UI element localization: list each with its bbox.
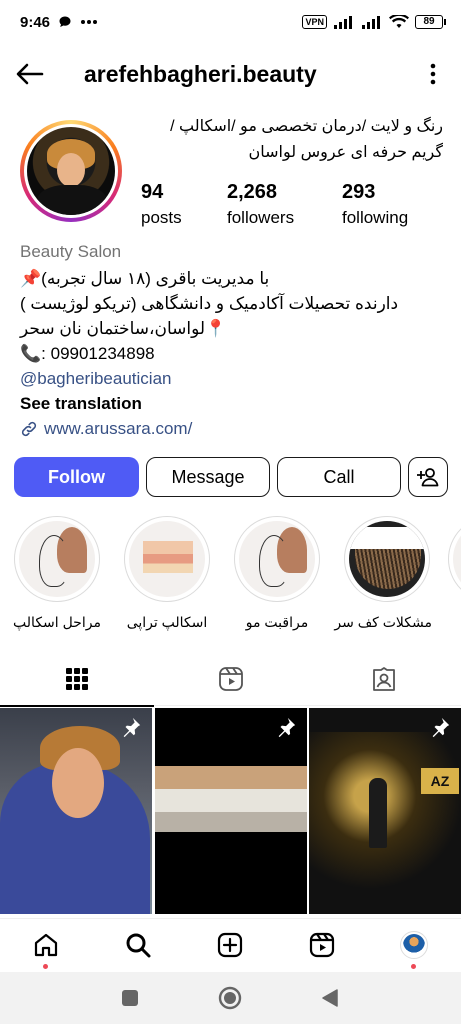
story-highlights: مراحل اسکالپ اسکالپ تراپی مراقبت مو مشکل…: [0, 516, 461, 636]
profile-category: Beauty Salon: [20, 242, 122, 261]
highlight-cover: [239, 521, 315, 597]
bio-mention-link[interactable]: @bagheribeautician: [20, 366, 440, 391]
stat-label: following: [342, 208, 409, 227]
bio-phone: 📞: 09901234898: [20, 344, 155, 363]
home-system-button[interactable]: [218, 986, 242, 1010]
highlight-item[interactable]: اسکالپ تراپی: [122, 516, 212, 631]
highlight-label: مراحل اسکالپ: [13, 614, 101, 630]
more-dots-icon: [81, 20, 98, 24]
chat-bubble-icon: [59, 16, 71, 27]
bio-head-line: رنگ و لایت /درمان تخصصی مو /اسکالپ /: [170, 118, 443, 135]
stat-followers[interactable]: 2,268 followers: [227, 180, 294, 230]
stat-value: 293: [342, 181, 376, 203]
status-bar: 9:46 VPN 89: [0, 0, 461, 44]
website-link[interactable]: www.arussara.com/: [20, 416, 440, 441]
notification-dot: [43, 964, 48, 969]
profile-username: arefehbagheri.beauty: [84, 60, 317, 87]
bio-line: دارنده تحصیلات آکادمیک و دانشگاهی (تریکو…: [20, 294, 399, 313]
follow-button[interactable]: Follow: [14, 457, 139, 497]
add-user-icon: [417, 468, 439, 487]
highlight-cover: [453, 521, 461, 597]
triangle-back-icon: [322, 989, 338, 1007]
status-time: 9:46: [20, 13, 51, 31]
profile-stats: 94 posts 2,268 followers 293 following: [141, 180, 441, 230]
highlight-cover: [19, 521, 95, 597]
back-system-button[interactable]: [318, 986, 342, 1010]
stat-label: followers: [227, 208, 295, 227]
profile-bio: با مدیریت باقری (۱۸ سال تجربه)📌 دارنده ت…: [20, 266, 440, 441]
post-thumbnail[interactable]: [0, 708, 152, 914]
nav-create[interactable]: [214, 929, 246, 961]
pin-icon: [278, 717, 296, 738]
tagged-icon: [373, 667, 395, 691]
bottom-navigation: [0, 918, 461, 972]
reels-icon: [219, 667, 243, 691]
post-thumbnail[interactable]: [155, 708, 307, 914]
profile-avatar[interactable]: [20, 120, 122, 222]
tab-posts-grid[interactable]: [0, 652, 154, 707]
arrow-left-icon: [16, 63, 44, 85]
square-icon: [122, 990, 138, 1006]
stat-posts[interactable]: 94 posts: [141, 180, 182, 230]
highlight-label: مشکلات کف سر: [334, 614, 432, 630]
signal-icon: [334, 16, 352, 29]
nav-home[interactable]: [30, 929, 62, 969]
grid-icon: [66, 667, 88, 690]
tab-tagged[interactable]: [307, 652, 461, 706]
bio-line: با مدیریت باقری (۱۸ سال تجربه)📌: [20, 269, 270, 288]
highlight-cover: [129, 521, 205, 597]
notification-dot: [411, 964, 416, 969]
call-button[interactable]: Call: [277, 457, 401, 497]
wifi-icon: [389, 15, 409, 28]
pin-icon: [123, 717, 141, 738]
suggested-users-button[interactable]: [408, 457, 448, 497]
post-logo-text: AZ: [421, 768, 459, 794]
highlight-item[interactable]: مراحل اسکالپ: [12, 516, 102, 631]
signal-icon: [362, 16, 380, 29]
nav-reels[interactable]: [306, 929, 338, 961]
profile-avatar-small: [400, 931, 428, 959]
recent-apps-button[interactable]: [118, 986, 142, 1010]
profile-name-bio: رنگ و لایت /درمان تخصصی مو /اسکالپ / گری…: [143, 114, 443, 166]
stat-label: posts: [141, 208, 182, 227]
more-options-button[interactable]: [425, 60, 441, 88]
post-thumbnail[interactable]: AZ: [309, 708, 461, 914]
pin-icon: [432, 717, 450, 738]
highlight-label: اسکالپ تراپی: [126, 614, 208, 630]
profile-tabs: [0, 652, 461, 707]
bio-head-line: گریم حرفه ای عروس لواسان: [248, 144, 444, 161]
link-icon: [21, 421, 37, 436]
highlight-item[interactable]: مراقبت مو: [232, 516, 322, 631]
stat-following[interactable]: 293 following: [342, 180, 408, 230]
stat-value: 2,268: [227, 181, 278, 203]
highlight-cover: [349, 521, 425, 597]
nav-search[interactable]: [122, 929, 154, 961]
stat-value: 94: [141, 181, 164, 203]
circle-icon: [218, 986, 242, 1010]
highlight-label: مراقبت مو: [245, 614, 309, 630]
highlight-item[interactable]: مشکلات کف سر: [334, 516, 432, 631]
search-icon: [126, 933, 151, 958]
back-button[interactable]: [0, 52, 60, 96]
highlight-item-partial[interactable]: [448, 516, 461, 602]
profile-actions: Follow Message Call: [14, 457, 448, 497]
see-translation-link[interactable]: See translation: [20, 391, 440, 416]
nav-profile[interactable]: [398, 929, 430, 969]
vpn-badge: VPN: [302, 15, 327, 29]
posts-grid: AZ: [0, 708, 461, 914]
battery-indicator: 89: [415, 15, 446, 29]
profile-header: arefehbagheri.beauty: [0, 52, 461, 96]
profile-photo: [27, 127, 115, 215]
vertical-dots-icon: [430, 63, 436, 85]
tab-reels[interactable]: [154, 652, 308, 706]
system-navigation: [0, 972, 461, 1024]
home-icon: [34, 933, 58, 957]
bio-line: 📍لواسان،ساختمان نان سحر: [20, 319, 227, 338]
reels-icon: [309, 932, 335, 958]
create-icon: [217, 932, 243, 958]
message-button[interactable]: Message: [146, 457, 270, 497]
website-url: www.arussara.com/: [44, 419, 193, 438]
